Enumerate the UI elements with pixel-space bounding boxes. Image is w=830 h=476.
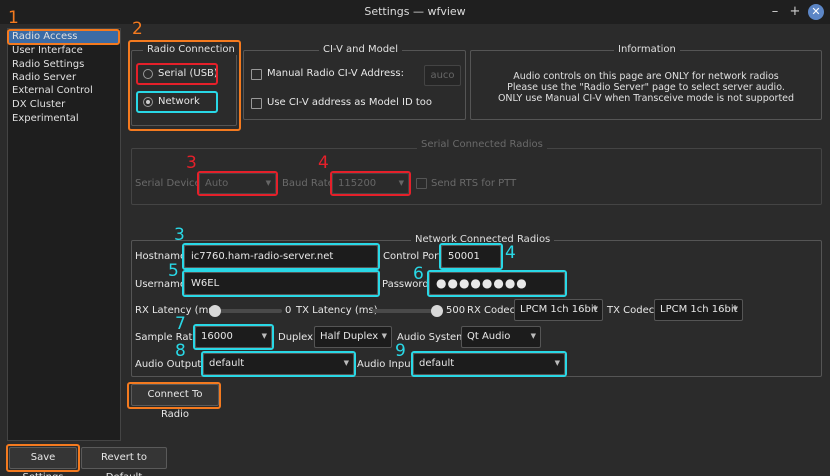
audio-input-select[interactable]: default ▼ <box>413 353 565 375</box>
info-line-2: Please use the "Radio Server" page to se… <box>507 82 785 93</box>
audio-system-value: Qt Audio <box>467 331 511 342</box>
rx-latency-value: 0 <box>285 305 292 316</box>
tx-latency-value: 500 <box>446 305 466 316</box>
network-radios-title: Network Connected Radios <box>411 234 555 245</box>
sidebar-item-external-control[interactable]: External Control <box>12 85 93 96</box>
rx-latency-slider[interactable] <box>212 309 282 313</box>
info-line-3: ONLY use Manual CI-V when Transceive mod… <box>497 93 795 104</box>
minimize-icon[interactable]: – <box>767 4 783 20</box>
use-civ-model-checkbox[interactable] <box>251 98 262 109</box>
annotation-number-6: 6 <box>413 264 424 284</box>
annotation-number-7: 7 <box>175 314 186 334</box>
duplex-label: Duplex <box>278 332 314 343</box>
rx-latency-handle[interactable] <box>209 305 221 317</box>
duplex-select[interactable]: Half Duplex ▼ <box>314 326 392 348</box>
info-line-1: Audio controls on this page are ONLY for… <box>513 71 779 82</box>
duplex-value: Half Duplex <box>320 331 379 342</box>
close-icon[interactable]: ✕ <box>808 4 824 20</box>
hostname-input[interactable]: ic7760.ham-radio-server.net <box>184 245 378 268</box>
chevron-down-icon: ▼ <box>530 332 536 340</box>
control-port-input[interactable]: 50001 <box>441 245 501 268</box>
tx-codec-label: TX Codec <box>607 305 655 316</box>
chevron-down-icon: ▼ <box>343 359 349 367</box>
radio-connection-title: Radio Connection <box>143 44 239 55</box>
chevron-down-icon: ▼ <box>554 359 560 367</box>
serial-usb-radio[interactable] <box>143 69 153 79</box>
chevron-down-icon: ▼ <box>265 179 271 187</box>
radio-connection-group <box>131 50 237 126</box>
use-civ-model-label: Use CI-V address as Model ID too <box>267 97 433 108</box>
manual-civ-label: Manual Radio CI-V Address: <box>267 68 404 79</box>
civ-model-title: CI-V and Model <box>319 44 402 55</box>
baud-rate-label: Baud Rate <box>282 178 334 189</box>
annotation-number-5: 5 <box>168 261 179 281</box>
sample-rate-value: 16000 <box>201 331 233 342</box>
rx-codec-value: LPCM 1ch 16bit <box>520 304 598 315</box>
save-settings-button[interactable]: Save Settings <box>9 447 77 476</box>
tx-codec-value: LPCM 1ch 16bit <box>660 304 738 315</box>
chevron-down-icon: ▼ <box>732 305 738 313</box>
connect-to-radio-button[interactable]: Connect To Radio <box>131 384 219 420</box>
baud-rate-value: 115200 <box>338 178 377 189</box>
rx-codec-select[interactable]: LPCM 1ch 16bit ▼ <box>514 299 603 321</box>
tx-codec-select[interactable]: LPCM 1ch 16bit ▼ <box>654 299 743 321</box>
serial-device-select[interactable]: Auto ▼ <box>199 173 276 194</box>
manual-civ-checkbox[interactable] <box>251 69 262 80</box>
rx-codec-label: RX Codec <box>467 305 516 316</box>
chevron-down-icon: ▼ <box>261 332 267 340</box>
audio-system-label: Audio System <box>397 332 466 343</box>
username-input[interactable]: W6EL <box>184 272 378 295</box>
annotation-number-4-cyan: 4 <box>505 243 516 263</box>
annotation-number-3: 3 <box>186 153 197 173</box>
sidebar-item-user-interface[interactable]: User Interface <box>12 45 83 56</box>
tx-latency-label: TX Latency (ms) <box>296 305 378 316</box>
chevron-down-icon: ▼ <box>592 305 598 313</box>
password-input[interactable]: ●●●●●●●● <box>429 272 565 295</box>
audio-output-label: Audio Output <box>135 359 202 370</box>
network-label: Network <box>158 96 200 107</box>
annotation-number-8: 8 <box>175 341 186 361</box>
information-title: Information <box>614 44 680 55</box>
audio-output-select[interactable]: default ▼ <box>203 353 354 375</box>
control-port-label: Control Port <box>383 251 443 262</box>
chevron-down-icon: ▼ <box>381 332 387 340</box>
tx-latency-handle[interactable] <box>431 305 443 317</box>
serial-radios-title: Serial Connected Radios <box>417 139 547 150</box>
audio-output-value: default <box>209 358 245 369</box>
settings-sidebar: Radio Access User Interface Radio Settin… <box>7 28 121 441</box>
sidebar-item-radio-settings[interactable]: Radio Settings <box>12 59 84 70</box>
annotation-number-1: 1 <box>8 8 19 28</box>
annotation-number-4: 4 <box>318 153 329 173</box>
maximize-icon[interactable]: + <box>787 4 803 20</box>
audio-system-select[interactable]: Qt Audio ▼ <box>461 326 541 348</box>
network-radio[interactable] <box>143 97 153 107</box>
audio-input-value: default <box>419 358 455 369</box>
window-title: Settings — wfview <box>364 5 466 18</box>
sidebar-item-radio-server[interactable]: Radio Server <box>12 72 76 83</box>
serial-usb-label: Serial (USB) <box>158 68 218 79</box>
baud-rate-select[interactable]: 115200 ▼ <box>332 173 409 194</box>
annotation-number-2: 2 <box>132 19 143 39</box>
sidebar-item-experimental[interactable]: Experimental <box>12 113 79 124</box>
annotation-number-3-cyan: 3 <box>174 225 185 245</box>
civ-address-input[interactable]: auco <box>424 65 461 86</box>
sample-rate-label: Sample Rate <box>135 332 199 343</box>
annotation-number-9: 9 <box>395 341 406 361</box>
rts-ptt-label: Send RTS for PTT <box>431 178 517 189</box>
serial-device-value: Auto <box>205 178 229 189</box>
sidebar-item-radio-access[interactable]: Radio Access <box>12 31 78 42</box>
revert-to-default-button[interactable]: Revert to Default <box>81 447 167 476</box>
sidebar-item-dx-cluster[interactable]: DX Cluster <box>12 99 65 110</box>
sample-rate-select[interactable]: 16000 ▼ <box>195 326 272 348</box>
chevron-down-icon: ▼ <box>398 179 404 187</box>
serial-device-label: Serial Device: <box>135 178 205 189</box>
rts-ptt-checkbox[interactable] <box>416 178 427 189</box>
audio-input-label: Audio Input <box>357 359 415 370</box>
